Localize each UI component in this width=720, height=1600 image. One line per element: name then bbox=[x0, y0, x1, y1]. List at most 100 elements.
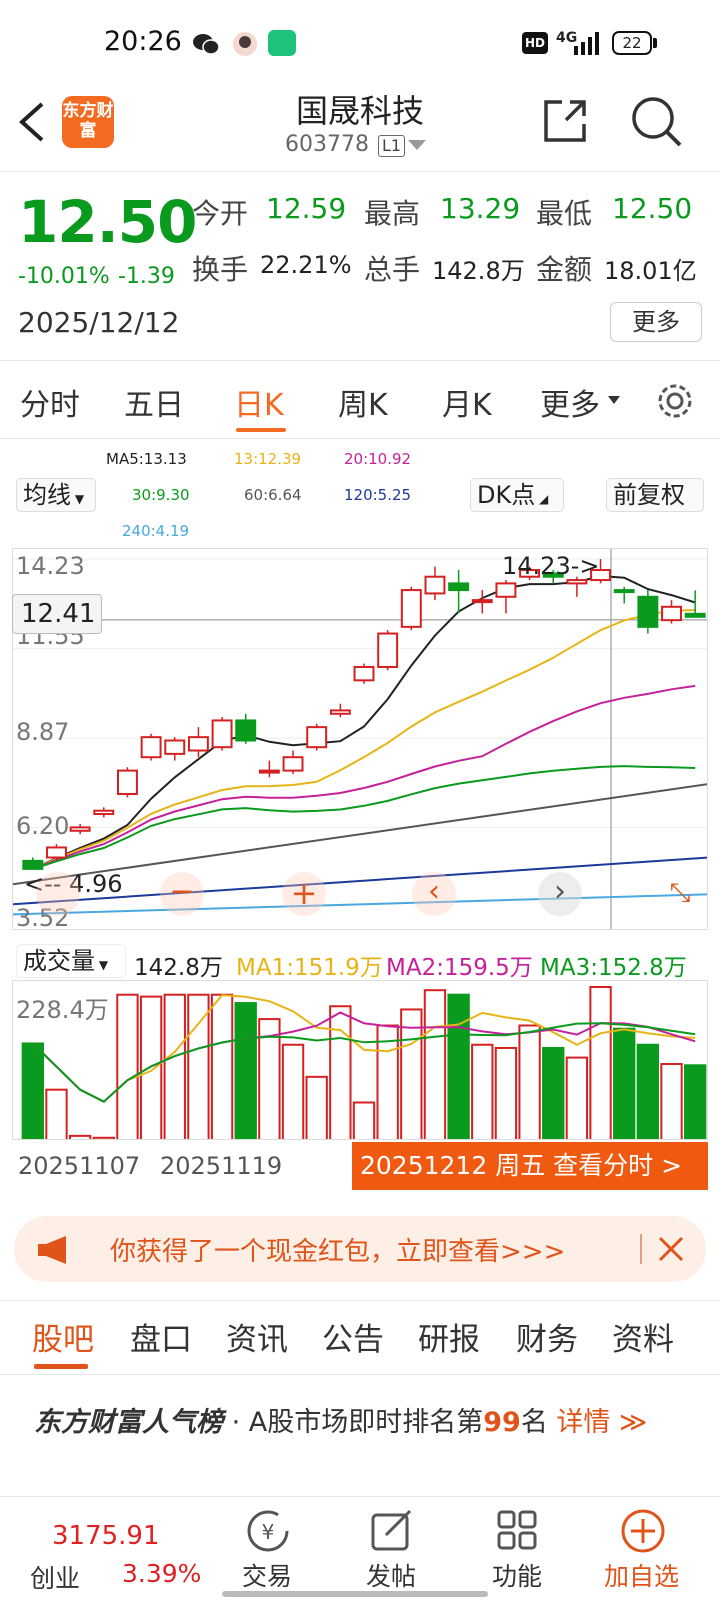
fullscreen-icon[interactable]: ⤡ bbox=[662, 878, 698, 914]
index-pct[interactable]: 3.39% bbox=[122, 1559, 201, 1588]
volume-bar bbox=[376, 1024, 399, 1139]
volume-bar bbox=[234, 1002, 257, 1139]
candle bbox=[495, 582, 517, 598]
volume-bar bbox=[613, 1027, 636, 1139]
vol-ma1: MA1:151.9万 bbox=[236, 955, 383, 981]
volume-bar bbox=[116, 993, 139, 1139]
trade-icon[interactable]: ¥ bbox=[246, 1509, 290, 1553]
tab-profile[interactable]: 资料 bbox=[612, 1314, 674, 1359]
candle bbox=[471, 599, 493, 604]
add-watchlist-icon[interactable] bbox=[620, 1509, 666, 1555]
volume-bar bbox=[210, 993, 234, 1139]
tab-guba[interactable]: 股吧 bbox=[32, 1314, 94, 1359]
volume-bar bbox=[329, 1005, 352, 1139]
change-pct: -10.01% bbox=[18, 264, 110, 289]
adjust-select[interactable]: 前复权 bbox=[606, 478, 704, 512]
tab-daily-k[interactable]: 日K bbox=[234, 380, 284, 424]
zoom-in-button[interactable]: + bbox=[282, 872, 326, 916]
high-marker: 14.23-> bbox=[502, 552, 600, 580]
rank-detail-link[interactable]: 详情 bbox=[556, 1407, 610, 1438]
tab-more[interactable]: 更多 bbox=[540, 380, 600, 424]
bottom-nav: 3175.91 创业 3.39% ¥ 交易 发帖 功能 加自选 bbox=[0, 1496, 720, 1600]
tab-news[interactable]: 资讯 bbox=[226, 1314, 288, 1359]
tab-pankou[interactable]: 盘口 bbox=[130, 1314, 192, 1359]
volume-value: 142.8万 bbox=[432, 257, 525, 285]
rank-text: · A股市场即时排名第 bbox=[231, 1407, 484, 1438]
vol-ma2: MA2:159.5万 bbox=[386, 955, 533, 981]
prev-button[interactable]: ‹ bbox=[412, 872, 456, 916]
volume-bar bbox=[423, 989, 447, 1139]
change-value: -1.39 bbox=[118, 264, 175, 289]
next-button[interactable]: › bbox=[538, 872, 582, 916]
scroll-left-button[interactable] bbox=[36, 872, 80, 916]
volume-bar bbox=[636, 1043, 660, 1139]
ma5-label: MA5:13.13 bbox=[106, 450, 187, 468]
turnover-value: 22.21% bbox=[260, 251, 352, 279]
search-icon[interactable] bbox=[628, 94, 684, 150]
tab-finance[interactable]: 财务 bbox=[516, 1314, 578, 1359]
volume-bar bbox=[471, 1043, 494, 1139]
share-icon[interactable] bbox=[540, 96, 590, 146]
tab-weekly-k[interactable]: 周K bbox=[338, 380, 388, 424]
volume-label: 总手 bbox=[364, 253, 421, 286]
volume-bar bbox=[660, 1063, 683, 1139]
level-badge: L1 bbox=[378, 135, 406, 157]
tab-intraday[interactable]: 分时 bbox=[20, 380, 80, 424]
high-value: 13.29 bbox=[440, 192, 521, 225]
crosshair-price: 12.41 bbox=[12, 594, 102, 634]
volume-select[interactable]: 成交量 ▼ bbox=[16, 944, 126, 978]
more-caret-icon bbox=[608, 396, 620, 404]
tab-research[interactable]: 研报 bbox=[418, 1314, 480, 1359]
volume-bar bbox=[305, 1075, 328, 1139]
volume-chart[interactable] bbox=[12, 980, 708, 1140]
view-intraday-button[interactable]: 20251212 周五 查看分时 > bbox=[352, 1142, 708, 1190]
wechat-icon bbox=[193, 34, 220, 55]
volume-bar bbox=[139, 995, 163, 1139]
red-packet-banner[interactable]: 你获得了一个现金红包，立即查看>>> bbox=[14, 1216, 706, 1282]
stock-header: 东方财富 国晟科技 603778 L1 bbox=[0, 84, 720, 172]
stock-code[interactable]: 603778 bbox=[285, 132, 369, 157]
dropdown-icon[interactable] bbox=[408, 140, 426, 152]
rank-number: 99 bbox=[483, 1407, 521, 1438]
ma13-label: 13:12.39 bbox=[234, 450, 302, 468]
index-value[interactable]: 3175.91 bbox=[52, 1521, 160, 1551]
settings-icon[interactable] bbox=[654, 380, 696, 422]
dk-point-select[interactable]: DK点 ◢ bbox=[470, 478, 564, 512]
vol-y-top: 228.4万 bbox=[16, 996, 109, 1024]
candle bbox=[400, 589, 422, 628]
candle bbox=[164, 739, 186, 755]
stock-name[interactable]: 国晟科技 bbox=[0, 86, 720, 132]
megaphone-icon bbox=[38, 1236, 66, 1264]
status-time: 20:26 bbox=[104, 26, 182, 57]
popularity-rank[interactable]: 东方财富人气榜 · A股市场即时排名第99名 详情 ≫ bbox=[34, 1400, 647, 1439]
x-date-1: 20251107 bbox=[18, 1152, 141, 1180]
home-indicator bbox=[222, 1591, 488, 1597]
volume-bar bbox=[281, 1043, 305, 1139]
tab-announcement[interactable]: 公告 bbox=[322, 1314, 384, 1359]
more-button[interactable]: 更多 bbox=[610, 302, 702, 342]
post-label[interactable]: 发帖 bbox=[366, 1557, 416, 1593]
ma60-label: 60:6.64 bbox=[244, 486, 302, 504]
index-name[interactable]: 创业 bbox=[30, 1559, 80, 1595]
volume-bar bbox=[494, 1046, 518, 1139]
trade-label[interactable]: 交易 bbox=[242, 1557, 292, 1593]
add-watchlist-label[interactable]: 加自选 bbox=[604, 1557, 679, 1593]
candle bbox=[448, 582, 470, 592]
hd-icon: HD bbox=[522, 32, 548, 54]
post-icon[interactable] bbox=[370, 1509, 414, 1553]
volume-bar bbox=[447, 993, 470, 1139]
tab-monthly-k[interactable]: 月K bbox=[442, 380, 492, 424]
ma20-label: 20:10.92 bbox=[344, 450, 412, 468]
svg-text:¥: ¥ bbox=[262, 1520, 275, 1544]
volume-bar bbox=[45, 1088, 68, 1139]
zoom-out-button[interactable]: − bbox=[160, 872, 204, 916]
function-icon[interactable] bbox=[496, 1509, 540, 1553]
candle bbox=[684, 612, 706, 618]
function-label[interactable]: 功能 bbox=[492, 1557, 542, 1593]
high-label: 最高 bbox=[364, 197, 421, 230]
y-label-mid2: 8.87 bbox=[16, 718, 70, 746]
tab-five-day[interactable]: 五日 bbox=[124, 380, 184, 424]
y-label-top: 14.23 bbox=[16, 552, 85, 580]
close-icon[interactable] bbox=[658, 1236, 684, 1262]
line-type-select[interactable]: 均线 ▼ bbox=[16, 478, 96, 512]
